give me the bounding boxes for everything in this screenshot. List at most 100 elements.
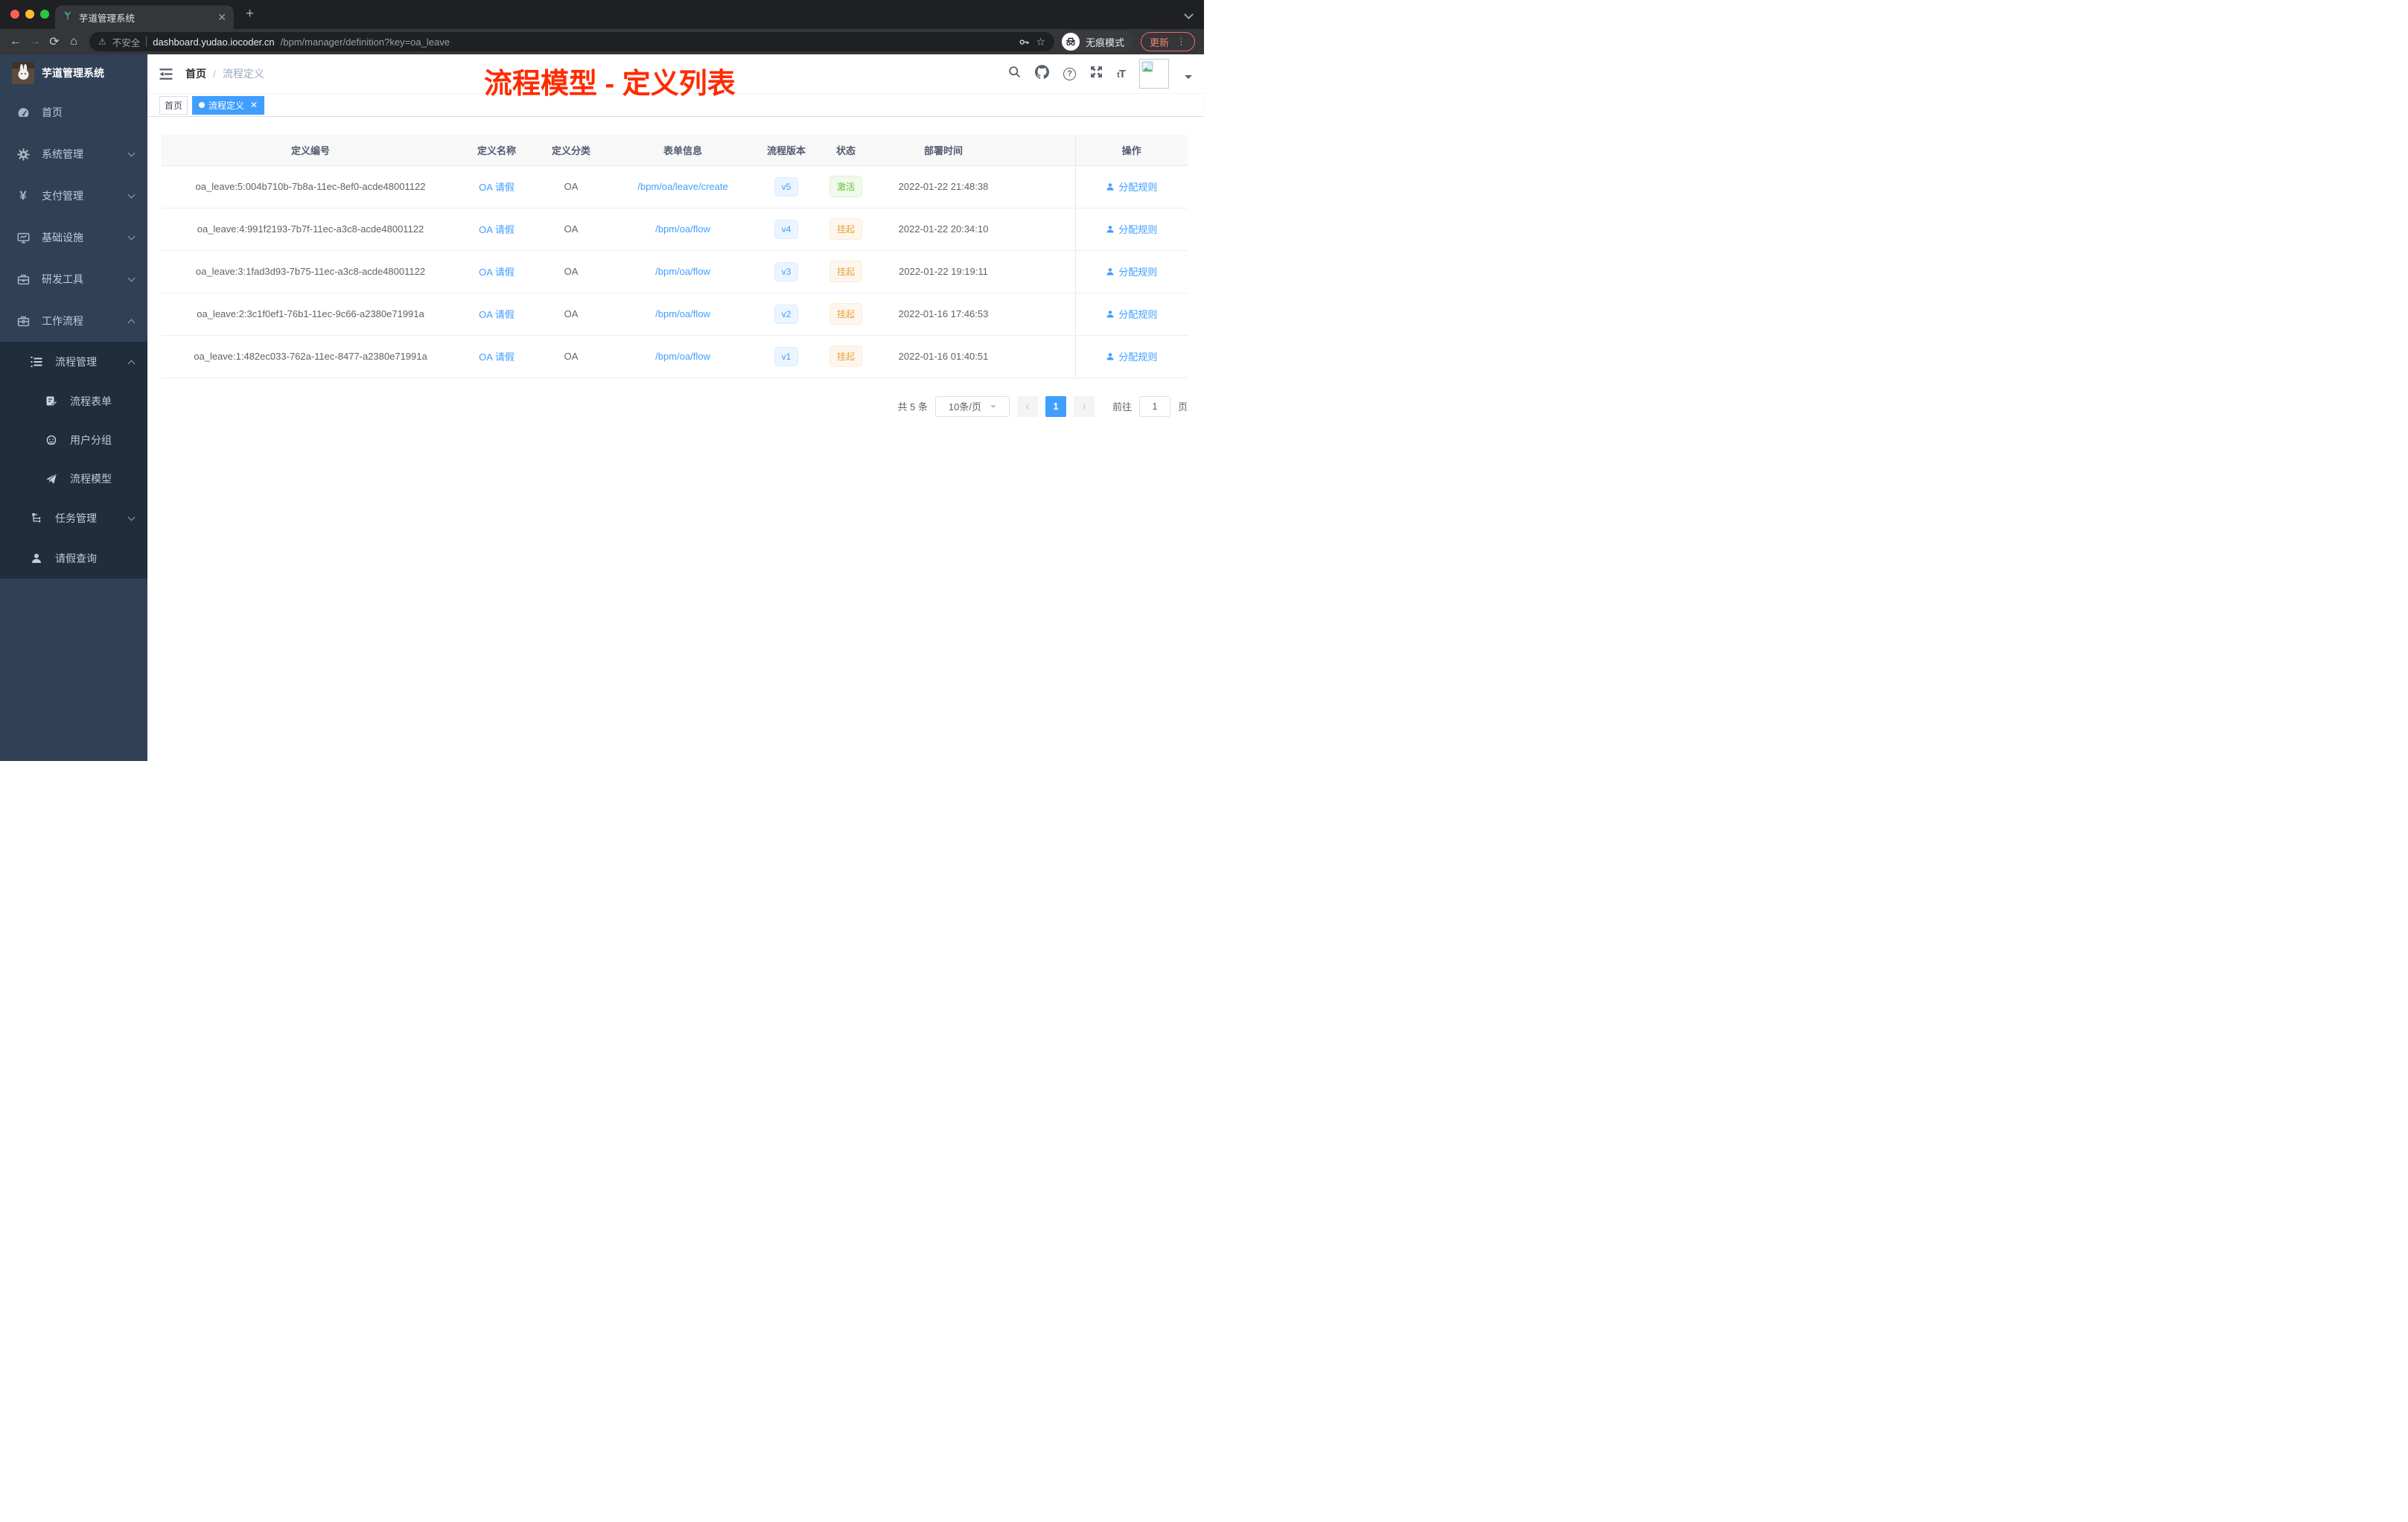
assign-rule-link[interactable]: 分配规则 — [1106, 179, 1157, 194]
definition-name-link[interactable]: OA 请假 — [479, 182, 515, 193]
assign-rule-link[interactable]: 分配规则 — [1106, 349, 1157, 363]
form-icon — [43, 395, 60, 407]
url-divider — [146, 36, 147, 47]
security-warning-icon[interactable]: ⚠ — [98, 36, 106, 47]
tab-favicon-icon — [63, 10, 73, 25]
user-icon — [1106, 352, 1114, 360]
sidebar-item-devtools[interactable]: 研发工具 — [0, 258, 147, 300]
chevron-up-icon — [127, 319, 136, 326]
tab-search-chevron-icon[interactable] — [1184, 10, 1194, 19]
definition-name-link[interactable]: OA 请假 — [479, 309, 515, 320]
app-title: 芋道管理系统 — [42, 67, 104, 79]
version-badge: v1 — [774, 346, 799, 366]
cell-definition-id: oa_leave:2:3c1f0ef1-76b1-11ec-9c66-a2380… — [162, 293, 459, 336]
search-icon[interactable] — [1008, 66, 1021, 82]
chevron-down-icon — [127, 513, 136, 520]
cell-definition-id: oa_leave:1:482ec033-762a-11ec-8477-a2380… — [162, 335, 459, 378]
workflow-submenu: 流程管理 流程表单 用户分组 流程模型 任务管理 请假查询 — [0, 342, 147, 579]
chevron-down-icon — [127, 232, 136, 240]
font-size-icon[interactable]: tT — [1117, 68, 1126, 80]
form-link[interactable]: /bpm/oa/flow — [655, 266, 710, 277]
sidebar-item-user-group[interactable]: 用户分组 — [0, 421, 147, 459]
sidebar-item-label: 流程表单 — [70, 395, 112, 407]
back-button[interactable]: ← — [6, 35, 25, 48]
sidebar-item-label: 工作流程 — [42, 315, 83, 327]
user-icon — [1106, 182, 1114, 190]
version-badge: v4 — [774, 219, 799, 239]
tab-close-icon[interactable]: ✕ — [217, 12, 226, 22]
list-icon — [28, 356, 45, 368]
definition-name-link[interactable]: OA 请假 — [479, 351, 515, 363]
assign-rule-link[interactable]: 分配规则 — [1106, 222, 1157, 236]
page-size-select[interactable]: 10条/页 — [934, 395, 1010, 417]
forward-button[interactable]: → — [25, 35, 45, 48]
github-icon[interactable] — [1035, 65, 1050, 83]
update-label[interactable]: 更新 — [1150, 35, 1169, 49]
definition-name-link[interactable]: OA 请假 — [479, 224, 515, 235]
form-link[interactable]: /bpm/oa/flow — [655, 351, 710, 362]
tag-label: 流程定义 — [208, 100, 245, 111]
goto-page-input[interactable] — [1138, 395, 1170, 417]
sidebar-item-leave-query[interactable]: 请假查询 — [0, 538, 147, 579]
password-key-icon[interactable] — [1019, 36, 1030, 48]
sidebar-item-process-model[interactable]: 流程模型 — [0, 459, 147, 498]
definition-name-link[interactable]: OA 请假 — [479, 267, 515, 278]
help-icon[interactable]: ? — [1063, 67, 1077, 80]
window-controls — [10, 10, 49, 19]
avatar-dropdown-caret-icon[interactable] — [1185, 75, 1192, 83]
tag-process-definition[interactable]: 流程定义 ✕ — [192, 95, 265, 115]
screen: 芋道管理系统 ✕ + ← → ⟳ ⌂ ⚠ 不安全 dashboard.yudao… — [0, 0, 1204, 761]
address-bar[interactable]: ⚠ 不安全 dashboard.yudao.iocoder.cn/bpm/man… — [89, 32, 1054, 51]
update-button[interactable]: 更新 ⋮ — [1140, 32, 1195, 51]
sidebar-item-payment[interactable]: ¥ 支付管理 — [0, 175, 147, 217]
assign-rule-link[interactable]: 分配规则 — [1106, 307, 1157, 321]
prev-page-button[interactable]: ‹ — [1016, 395, 1038, 417]
sidebar-item-task-management[interactable]: 任务管理 — [0, 498, 147, 538]
sidebar-item-label: 支付管理 — [42, 190, 83, 202]
sidebar-item-process-management[interactable]: 流程管理 — [0, 342, 147, 382]
cell-deploy-time: 2022-01-16 17:46:53 — [876, 293, 1010, 336]
avatar[interactable] — [1139, 59, 1169, 89]
page-number-active[interactable]: 1 — [1045, 395, 1066, 417]
table-header-row: 定义编号 定义名称 定义分类 表单信息 流程版本 状态 部署时间 操作 — [162, 135, 1188, 166]
home-button[interactable]: ⌂ — [64, 35, 83, 48]
col-filler — [1010, 135, 1075, 166]
sidebar-item-label: 首页 — [42, 106, 63, 118]
window-minimize-button[interactable] — [25, 10, 34, 19]
browser-tab[interactable]: 芋道管理系统 ✕ — [55, 5, 234, 29]
breadcrumb-home[interactable]: 首页 — [185, 66, 206, 81]
window-zoom-button[interactable] — [40, 10, 49, 19]
sidebar-logo[interactable]: 芋道管理系统 — [0, 54, 147, 92]
security-label: 不安全 — [112, 37, 141, 48]
tree-icon — [28, 512, 45, 524]
status-badge: 激活 — [829, 176, 862, 197]
form-link[interactable]: /bpm/oa/leave/create — [637, 181, 727, 192]
briefcase-icon — [15, 315, 31, 328]
sidebar-item-home[interactable]: 首页 — [0, 92, 147, 133]
sidebar-item-workflow[interactable]: 工作流程 — [0, 300, 147, 342]
sidebar-collapse-icon[interactable] — [159, 68, 173, 80]
assign-rule-link[interactable]: 分配规则 — [1106, 264, 1157, 278]
form-link[interactable]: /bpm/oa/flow — [655, 308, 710, 319]
browser-toolbar: ← → ⟳ ⌂ ⚠ 不安全 dashboard.yudao.iocoder.cn… — [0, 29, 1204, 54]
new-tab-button[interactable]: + — [246, 6, 254, 22]
tag-home[interactable]: 首页 — [159, 95, 188, 115]
user-icon — [28, 553, 45, 564]
next-page-button[interactable]: › — [1073, 395, 1095, 417]
sidebar-item-system[interactable]: 系统管理 — [0, 133, 147, 175]
form-link[interactable]: /bpm/oa/flow — [655, 223, 710, 235]
bookmark-star-icon[interactable]: ☆ — [1036, 36, 1045, 48]
page-content: 定义编号 定义名称 定义分类 表单信息 流程版本 状态 部署时间 操作 oa_l… — [147, 117, 1204, 761]
sidebar-item-process-form[interactable]: 流程表单 — [0, 382, 147, 421]
sidebar-item-infrastructure[interactable]: 基础设施 — [0, 217, 147, 258]
col-definition-category: 定义分类 — [534, 135, 608, 166]
window-close-button[interactable] — [10, 10, 19, 19]
browser-menu-icon[interactable]: ⋮ — [1176, 36, 1186, 48]
reload-button[interactable]: ⟳ — [45, 34, 64, 49]
tag-close-icon[interactable]: ✕ — [250, 100, 258, 110]
fullscreen-icon[interactable] — [1090, 66, 1103, 82]
tag-label: 首页 — [165, 100, 183, 111]
yen-icon: ¥ — [19, 188, 27, 203]
definition-table: 定义编号 定义名称 定义分类 表单信息 流程版本 状态 部署时间 操作 oa_l… — [162, 135, 1188, 378]
pagination: 共 5 条 10条/页 ‹ 1 › 前往 页 — [162, 395, 1188, 417]
